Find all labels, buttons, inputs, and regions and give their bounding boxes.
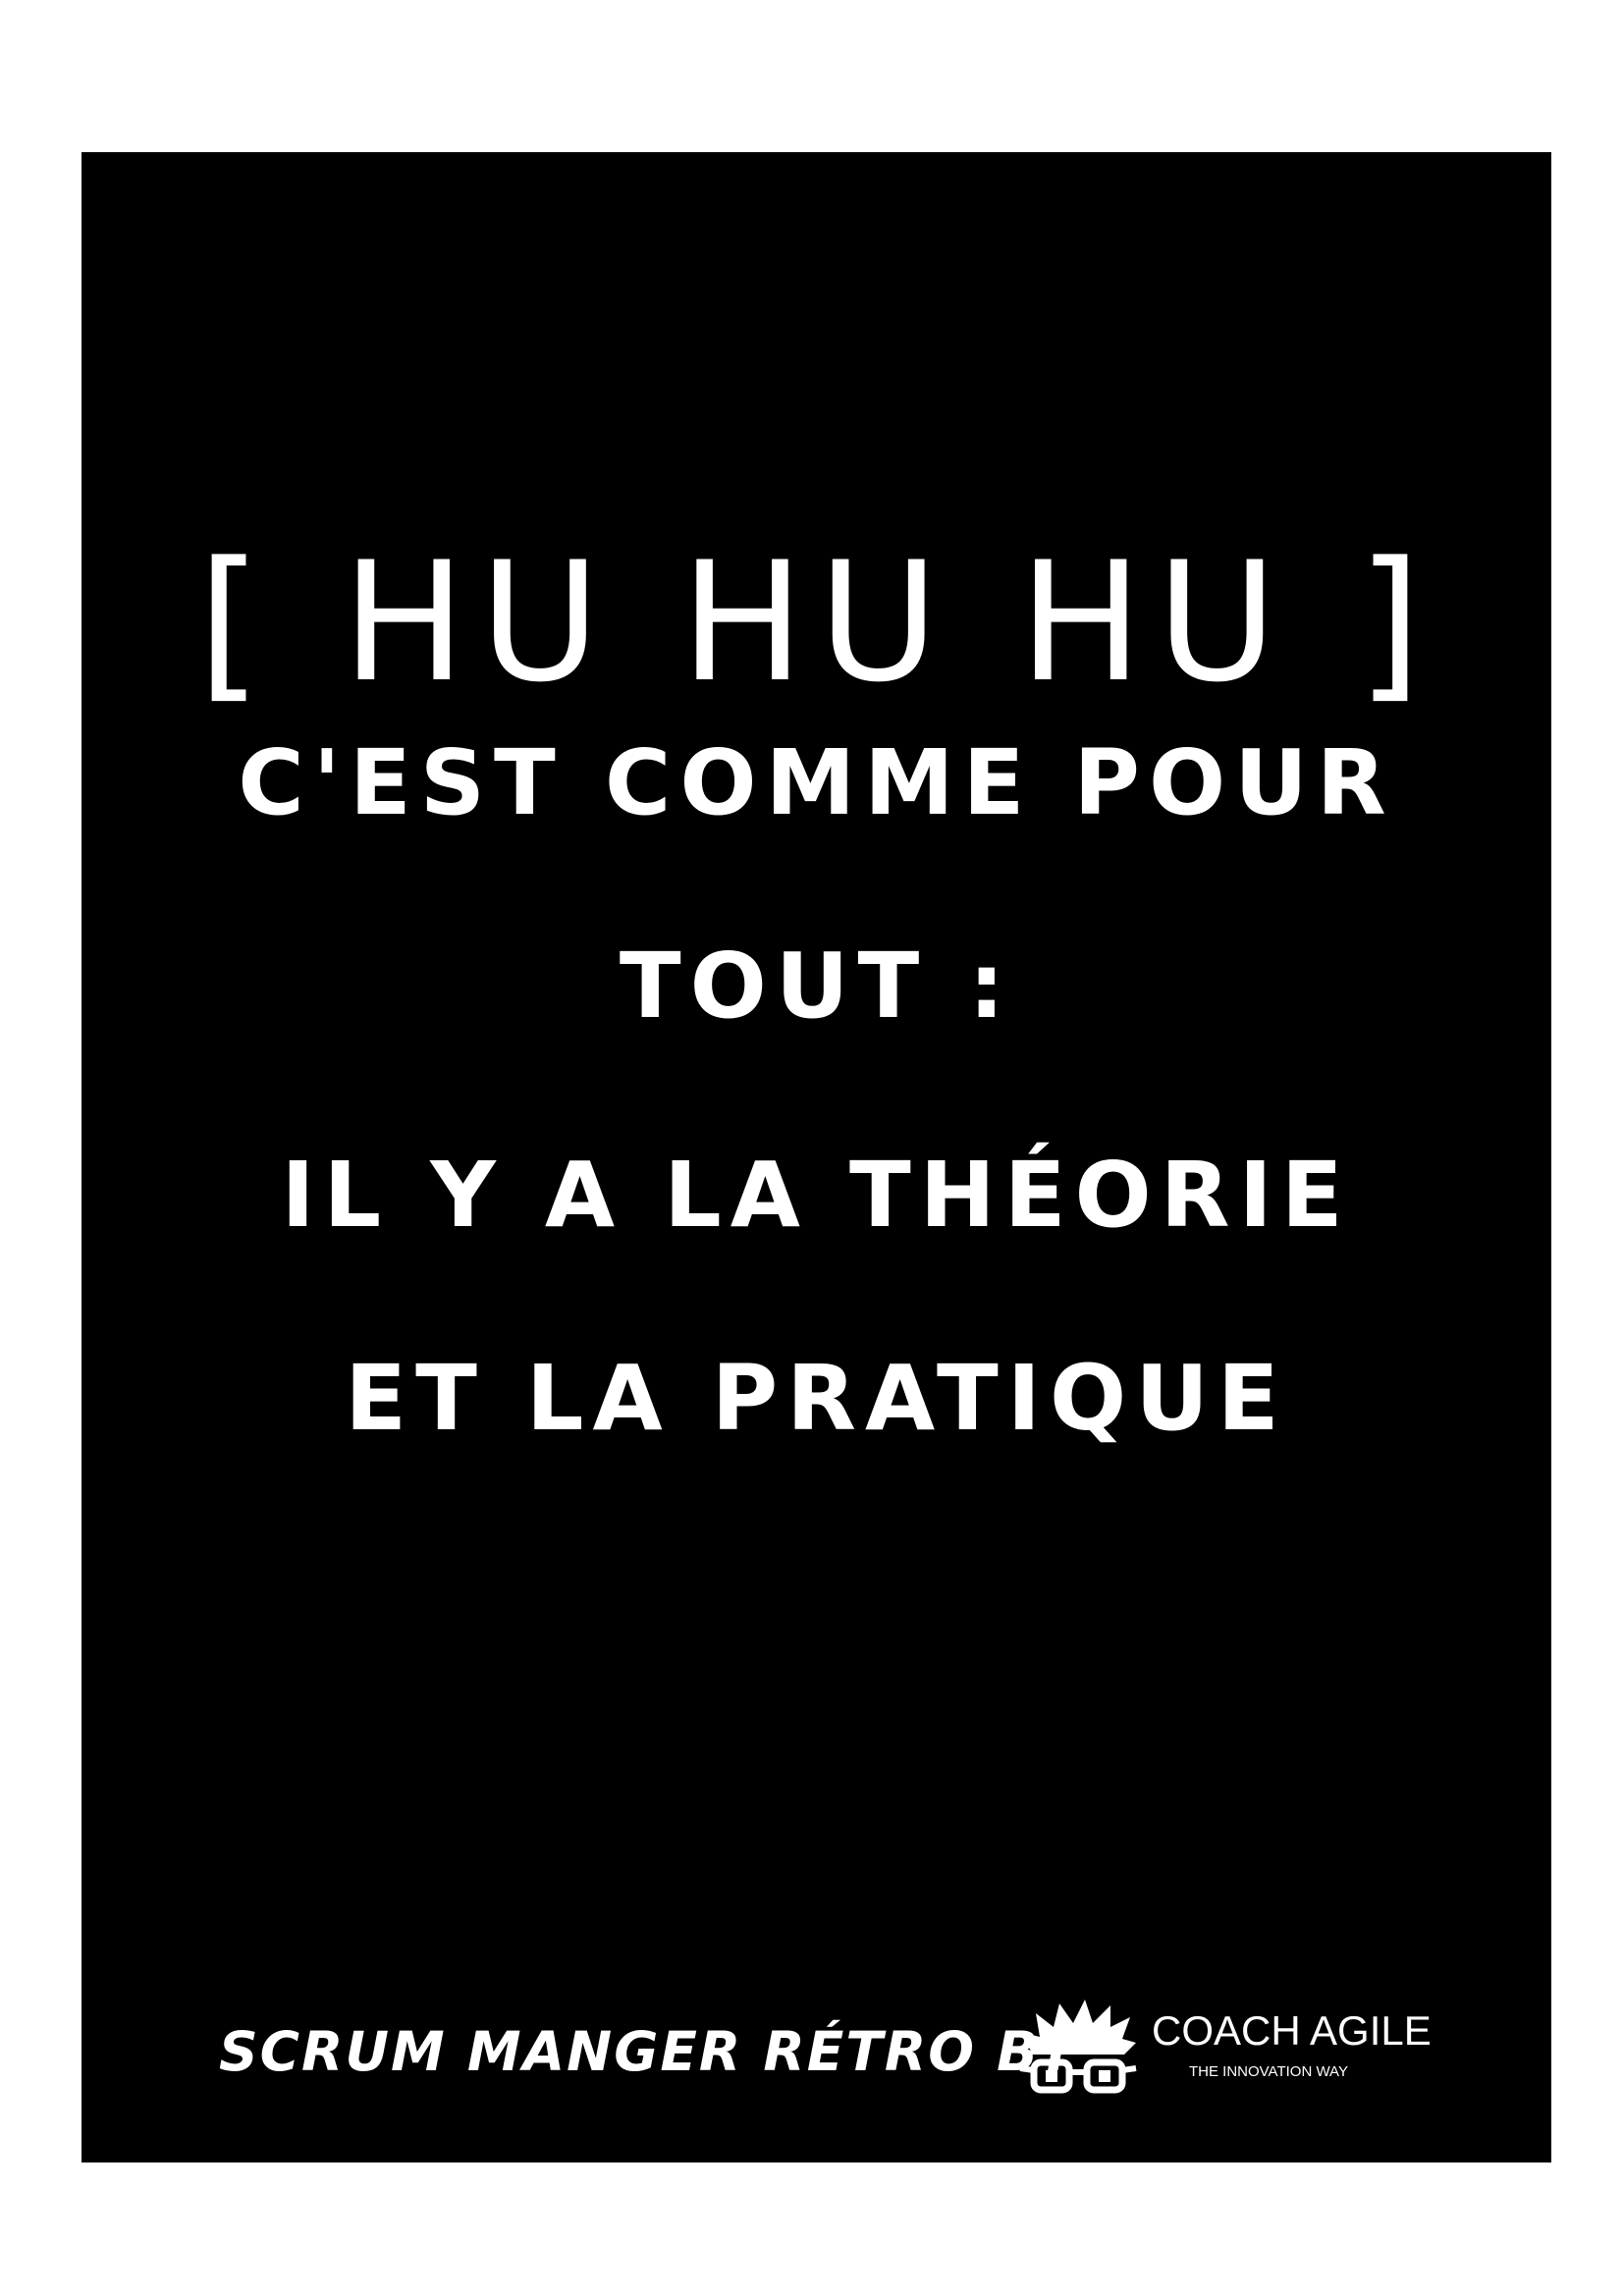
brand-tagline: THE INNOVATION WAY: [1189, 2063, 1348, 2080]
quote-line-3: IL Y A LA THÉORIE: [281, 1143, 1352, 1248]
footer-credit: SCRUM MANGER RÉTRO BY: [219, 2020, 1078, 2083]
poster-title: [ HU HU HU ]: [197, 526, 1435, 719]
poster-card: [ HU HU HU ] C'EST COMME POUR TOUT : IL …: [81, 152, 1551, 2163]
quote-line-1: C'EST COMME POUR: [238, 730, 1395, 835]
nerd-face-glasses-icon: [1019, 2000, 1137, 2094]
quote-line-4: ET LA PRATIQUE: [345, 1346, 1288, 1451]
brand-name: COACH AGILE: [1152, 2007, 1432, 2054]
quote-line-2: TOUT :: [619, 934, 1014, 1039]
